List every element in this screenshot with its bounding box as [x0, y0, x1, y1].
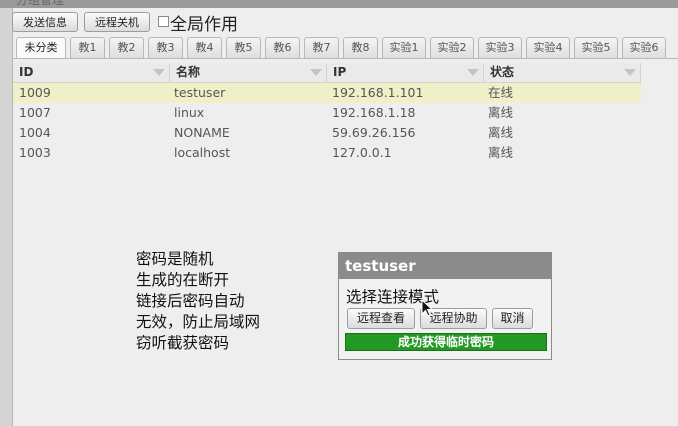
tab-lab1[interactable]: 实验1 [382, 37, 426, 58]
cancel-button[interactable]: 取消 [492, 308, 533, 329]
sort-arrow-icon [310, 69, 322, 76]
cell-name: testuser [174, 85, 226, 100]
column-header-status[interactable]: 状态 [484, 63, 641, 82]
tab-jiao3[interactable]: 教3 [148, 37, 183, 58]
cell-ip: 59.69.26.156 [332, 125, 416, 140]
column-header-ip[interactable]: IP [327, 63, 484, 82]
column-header-id[interactable]: ID [13, 63, 170, 82]
tab-jiao6[interactable]: 教6 [265, 37, 300, 58]
tab-jiao5[interactable]: 教5 [226, 37, 261, 58]
tab-jiao8[interactable]: 教8 [343, 37, 378, 58]
cell-name: localhost [174, 145, 231, 160]
status-bar: 成功获得临时密码 [345, 333, 547, 351]
tab-lab6[interactable]: 实验6 [622, 37, 666, 58]
grid-header: ID 名称 IP 状态 [13, 63, 641, 83]
tab-lab5[interactable]: 实验5 [574, 37, 618, 58]
cell-id: 1003 [19, 145, 51, 160]
tab-jiao2[interactable]: 教2 [109, 37, 144, 58]
remote-shutdown-button[interactable]: 远程关机 [84, 12, 150, 32]
send-message-button[interactable]: 发送信息 [12, 12, 78, 32]
cell-id: 1009 [19, 85, 51, 100]
tab-lab4[interactable]: 实验4 [526, 37, 570, 58]
table-row[interactable]: 1009 testuser 192.168.1.101 在线 [13, 83, 641, 103]
cell-ip: 192.168.1.18 [332, 105, 416, 120]
tab-lab2[interactable]: 实验2 [430, 37, 474, 58]
column-header-status-label: 状态 [490, 65, 515, 79]
mouse-cursor-icon [421, 299, 434, 317]
client-grid: ID 名称 IP 状态 1009 testuser 192.168.1.101 … [13, 63, 641, 163]
cell-status: 离线 [488, 105, 514, 120]
column-header-id-label: ID [19, 65, 34, 79]
tab-jiao4[interactable]: 教4 [187, 37, 222, 58]
cell-name: NONAME [174, 125, 230, 140]
sort-arrow-icon [153, 69, 165, 76]
global-scope-label: 全局作用 [170, 15, 238, 35]
tab-jiao7[interactable]: 教7 [304, 37, 339, 58]
cell-status: 在线 [488, 85, 514, 100]
sort-arrow-icon [467, 69, 479, 76]
column-header-ip-label: IP [333, 65, 347, 79]
global-scope-checkbox[interactable] [158, 16, 169, 27]
column-header-name-label: 名称 [176, 65, 201, 79]
tab-unclassified[interactable]: 未分类 [16, 37, 66, 59]
cell-ip: 192.168.1.101 [332, 85, 424, 100]
window-title: 分组管理 [16, 0, 65, 7]
column-header-name[interactable]: 名称 [170, 63, 327, 82]
table-row[interactable]: 1004 NONAME 59.69.26.156 离线 [13, 123, 641, 143]
cell-ip: 127.0.0.1 [332, 145, 392, 160]
cell-status: 离线 [488, 145, 514, 160]
table-row[interactable]: 1007 linux 192.168.1.18 离线 [13, 103, 641, 123]
remote-view-button[interactable]: 远程查看 [347, 308, 415, 329]
dialog-title: testuser [339, 253, 551, 279]
group-tabs: 未分类 教1 教2 教3 教4 教5 教6 教7 教8 实验1 实验2 实验3 … [16, 37, 678, 59]
tab-divider [12, 58, 678, 59]
cell-status: 离线 [488, 125, 514, 140]
cell-id: 1007 [19, 105, 51, 120]
sort-arrow-icon [624, 69, 636, 76]
password-annotation: 密码是随机 生成的在断开 链接后密码自动 无效，防止局域网 窃听截获密码 [136, 250, 261, 352]
connection-mode-dialog: testuser 选择连接模式 远程查看 远程协助 取消 成功获得临时密码 [338, 252, 552, 360]
tab-lab3[interactable]: 实验3 [478, 37, 522, 58]
table-row[interactable]: 1003 localhost 127.0.0.1 离线 [13, 143, 641, 163]
window-titlebar: 分组管理 [0, 0, 678, 8]
tab-jiao1[interactable]: 教1 [70, 37, 105, 58]
cell-name: linux [174, 105, 205, 120]
cell-id: 1004 [19, 125, 51, 140]
